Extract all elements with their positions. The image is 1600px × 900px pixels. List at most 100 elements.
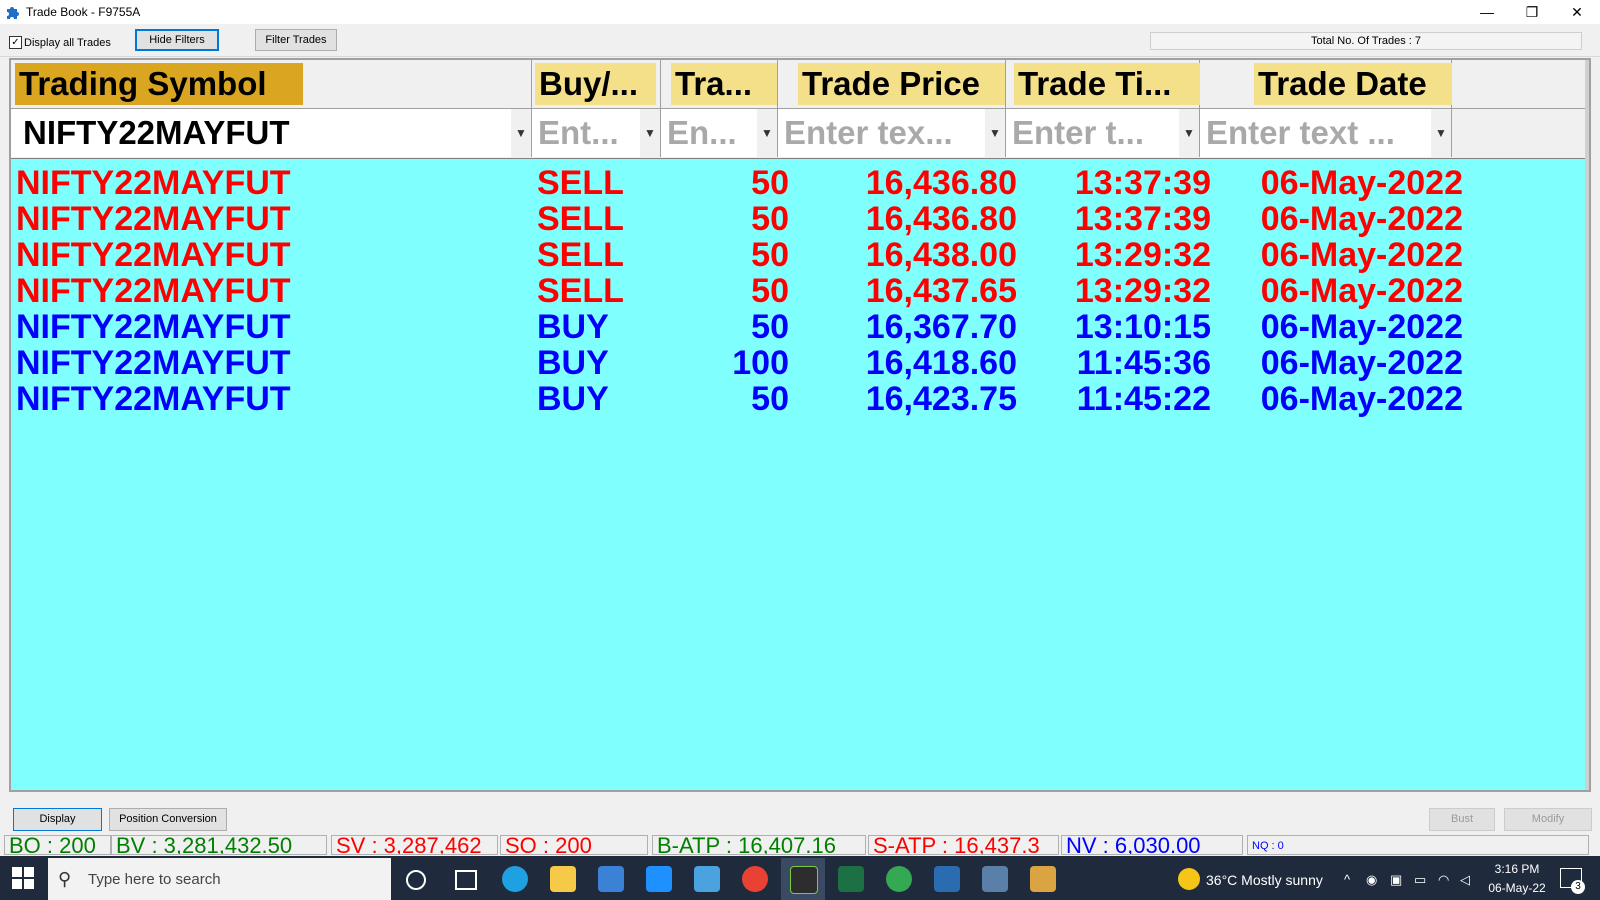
- file-explorer-icon[interactable]: [550, 866, 576, 892]
- title-bar: [0, 0, 1600, 24]
- column-header-trade-price[interactable]: Trade Price: [778, 60, 1006, 108]
- status-buy-atp: B-ATP : 16,407.16: [652, 835, 866, 855]
- cell-side: BUY: [537, 308, 609, 346]
- minimize-button[interactable]: —: [1464, 0, 1510, 24]
- cell-time: 13:37:39: [1074, 164, 1211, 202]
- modify-button: Modify: [1504, 808, 1592, 831]
- filter-funnel-icon[interactable]: ▼: [1431, 109, 1451, 157]
- wifi-icon[interactable]: ◠: [1438, 872, 1449, 888]
- filter-funnel-icon[interactable]: ▼: [511, 109, 531, 157]
- status-buy-value: BV : 3,281,432.50: [111, 835, 327, 855]
- weather-text[interactable]: 36°C Mostly sunny: [1206, 872, 1323, 888]
- cell-qty: 50: [751, 236, 789, 274]
- excel-icon[interactable]: [838, 866, 864, 892]
- trading-app-icon[interactable]: [790, 866, 818, 894]
- display-all-label[interactable]: Display all Trades: [24, 37, 111, 49]
- filter-cell-trading-symbol[interactable]: NIFTY22MAYFUT ▼: [11, 109, 532, 157]
- display-button[interactable]: Display: [13, 808, 102, 831]
- filter-trades-button[interactable]: Filter Trades: [255, 29, 337, 51]
- cell-side: SELL: [537, 200, 624, 238]
- battery-icon[interactable]: ▭: [1414, 872, 1426, 888]
- cell-qty: 50: [751, 380, 789, 418]
- status-net-qty: NQ : 0: [1247, 835, 1589, 855]
- filter-funnel-icon[interactable]: ▼: [757, 109, 777, 157]
- column-header-trading-symbol[interactable]: Trading Symbol: [11, 60, 532, 108]
- cell-side: SELL: [537, 164, 624, 202]
- chrome-icon[interactable]: [742, 866, 768, 892]
- filter-input[interactable]: En...: [667, 109, 755, 157]
- close-button[interactable]: ✕: [1554, 0, 1600, 24]
- hide-filters-button[interactable]: Hide Filters: [135, 29, 219, 51]
- task-view-icon[interactable]: [455, 870, 477, 890]
- search-placeholder[interactable]: Type here to search: [88, 871, 221, 888]
- grid-scrollbar[interactable]: [1585, 60, 1589, 790]
- meet-icon[interactable]: ◉: [1366, 872, 1377, 888]
- status-sell-atp: S-ATP : 16,437.3: [868, 835, 1059, 855]
- window-icon[interactable]: [934, 866, 960, 892]
- cell-time: 13:29:32: [1074, 272, 1211, 310]
- cell-price: 16,436.80: [865, 164, 1017, 202]
- column-header-buy-sell[interactable]: Buy/...: [532, 60, 661, 108]
- filter-input[interactable]: Enter tex...: [784, 109, 982, 157]
- restore-button[interactable]: ❐: [1509, 0, 1555, 24]
- filter-funnel-icon[interactable]: ▼: [985, 109, 1005, 157]
- cell-time: 11:45:36: [1076, 344, 1211, 382]
- filter-input[interactable]: Enter t...: [1012, 109, 1176, 157]
- filter-funnel-icon[interactable]: ▼: [1179, 109, 1199, 157]
- filter-cell-trade-price[interactable]: Enter tex... ▼: [778, 109, 1006, 157]
- store-icon[interactable]: [598, 866, 624, 892]
- windows-start-icon[interactable]: [12, 867, 34, 889]
- filter-cell-trade-date[interactable]: Enter text ... ▼: [1200, 109, 1452, 157]
- cell-date: 06-May-2022: [1260, 272, 1463, 310]
- mail-icon[interactable]: [646, 866, 672, 892]
- cell-symbol: NIFTY22MAYFUT: [16, 344, 291, 382]
- column-title: Tra...: [671, 63, 777, 105]
- filter-cell-trade-qty[interactable]: En... ▼: [661, 109, 778, 157]
- cell-qty: 50: [751, 272, 789, 310]
- display-all-checkbox[interactable]: ✓: [9, 36, 22, 49]
- table-row[interactable]: NIFTY22MAYFUT BUY 100 16,418.60 11:45:36…: [11, 344, 1463, 382]
- cell-qty: 50: [751, 164, 789, 202]
- column-title: Trade Date: [1254, 63, 1452, 105]
- cell-time: 11:45:22: [1076, 380, 1211, 418]
- column-title: Trading Symbol: [15, 63, 303, 105]
- table-row[interactable]: NIFTY22MAYFUT SELL 50 16,436.80 13:37:39…: [11, 164, 1463, 202]
- column-header-trade-qty[interactable]: Tra...: [661, 60, 778, 108]
- table-row[interactable]: NIFTY22MAYFUT SELL 50 16,437.65 13:29:32…: [11, 272, 1463, 310]
- app-icon[interactable]: [1030, 866, 1056, 892]
- filter-cell-buy-sell[interactable]: Ent... ▼: [532, 109, 661, 157]
- clock-date[interactable]: 06-May-22: [1485, 881, 1549, 895]
- remote-icon[interactable]: [694, 866, 720, 892]
- filter-input[interactable]: Enter text ...: [1206, 109, 1428, 157]
- table-row[interactable]: NIFTY22MAYFUT SELL 50 16,436.80 13:37:39…: [11, 200, 1463, 238]
- cell-qty: 50: [751, 200, 789, 238]
- filter-cell-trade-time[interactable]: Enter t... ▼: [1006, 109, 1200, 157]
- position-conversion-button[interactable]: Position Conversion: [109, 808, 227, 831]
- status-net-value: NV : 6,030.00: [1061, 835, 1243, 855]
- display-icon[interactable]: ▣: [1390, 872, 1402, 888]
- cell-qty: 100: [732, 344, 789, 382]
- column-title: Trade Ti...: [1014, 63, 1200, 105]
- clock-time[interactable]: 3:16 PM: [1490, 862, 1544, 876]
- restore-icon: ❐: [1525, 3, 1539, 20]
- column-title: Buy/...: [535, 63, 656, 105]
- calculator-icon[interactable]: [982, 866, 1008, 892]
- column-header-trade-time[interactable]: Trade Ti...: [1006, 60, 1200, 108]
- chrome-profile-icon[interactable]: [886, 866, 912, 892]
- edge-icon[interactable]: [502, 866, 528, 892]
- column-header-trade-date[interactable]: Trade Date: [1200, 60, 1452, 108]
- table-row[interactable]: NIFTY22MAYFUT SELL 50 16,438.00 13:29:32…: [11, 236, 1463, 274]
- cell-date: 06-May-2022: [1260, 236, 1463, 274]
- cortana-icon[interactable]: [406, 870, 426, 890]
- cell-price: 16,423.75: [865, 380, 1017, 418]
- filter-input[interactable]: NIFTY22MAYFUT: [23, 109, 503, 157]
- weather-icon[interactable]: [1178, 868, 1200, 890]
- table-row[interactable]: NIFTY22MAYFUT BUY 50 16,423.75 11:45:22 …: [11, 380, 1463, 418]
- table-row[interactable]: NIFTY22MAYFUT BUY 50 16,367.70 13:10:15 …: [11, 308, 1463, 346]
- cell-price: 16,436.80: [865, 200, 1017, 238]
- cell-symbol: NIFTY22MAYFUT: [16, 164, 291, 202]
- filter-input[interactable]: Ent...: [538, 109, 638, 157]
- chevron-up-icon[interactable]: ^: [1344, 872, 1350, 887]
- volume-icon[interactable]: ◁: [1460, 872, 1470, 888]
- filter-funnel-icon[interactable]: ▼: [640, 109, 660, 157]
